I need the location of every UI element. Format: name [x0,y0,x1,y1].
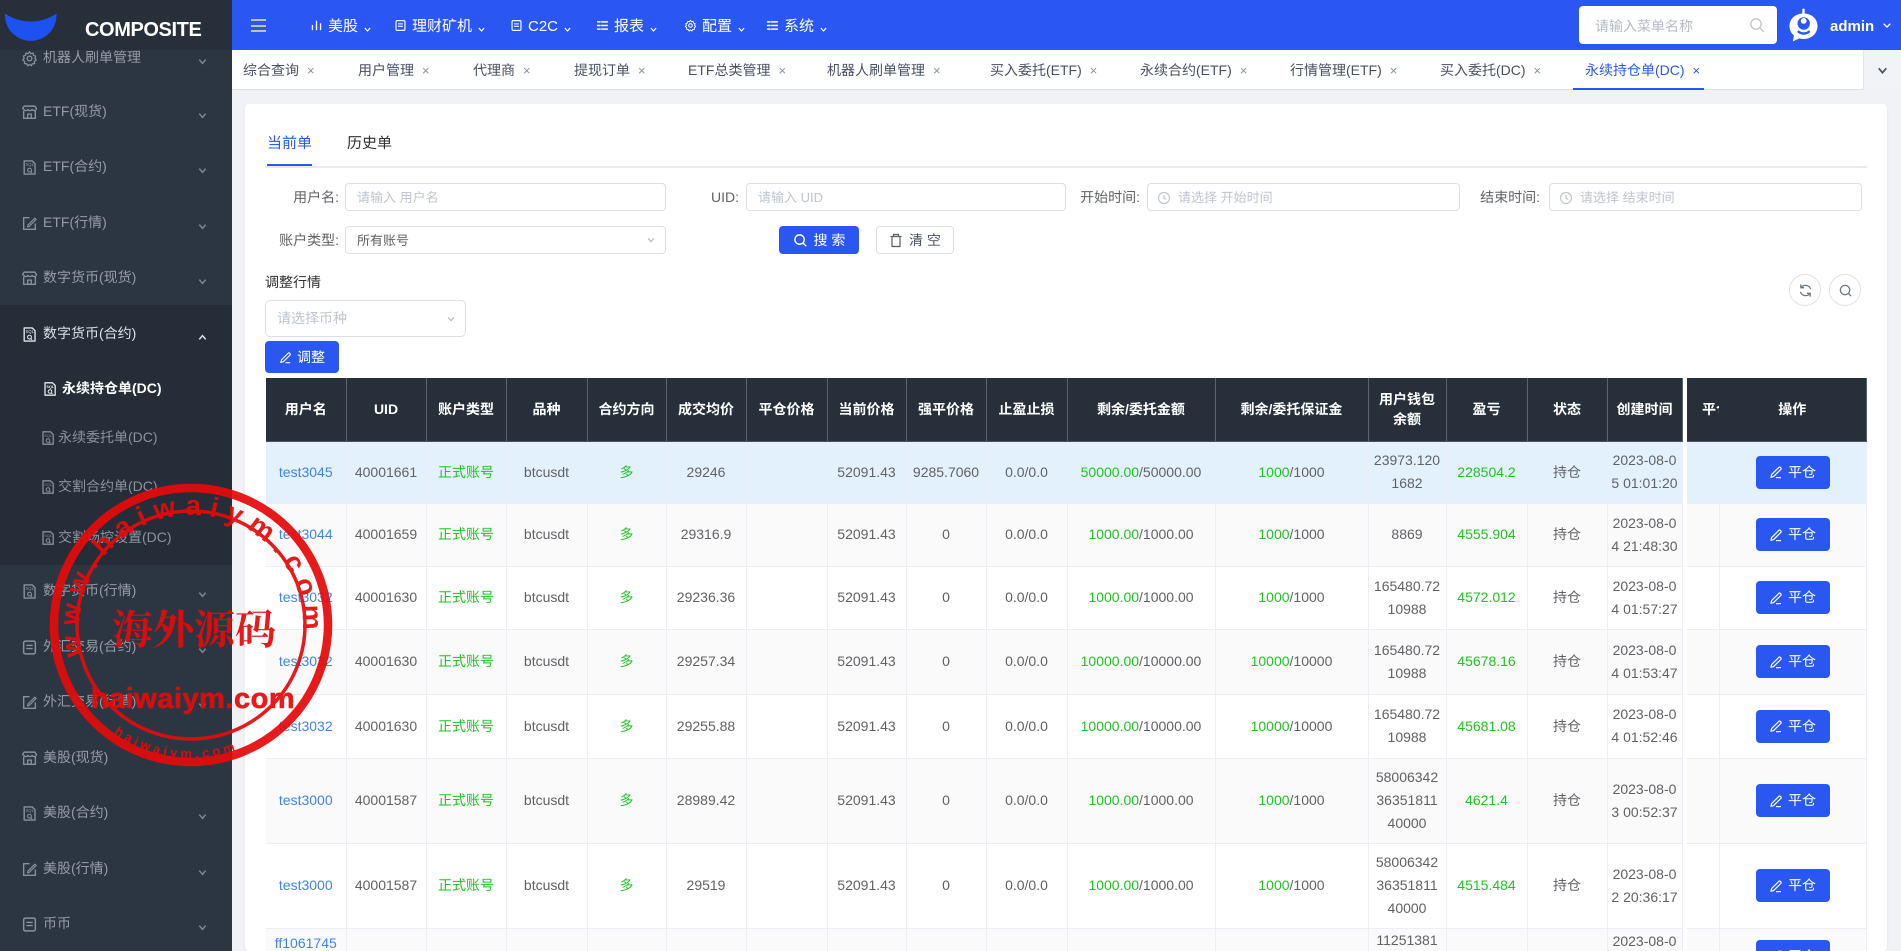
svg-text:SQL: SQL [44,532,53,537]
svg-text:SQL: SQL [44,481,53,486]
svg-text:SQL: SQL [44,432,53,437]
svg-text:SQL: SQL [46,383,55,388]
svg-text:SQL: SQL [25,586,34,591]
svg-text:SQL: SQL [25,329,34,334]
svg-text:SQL: SQL [25,162,34,167]
svg-text:SQL: SQL [25,808,34,813]
